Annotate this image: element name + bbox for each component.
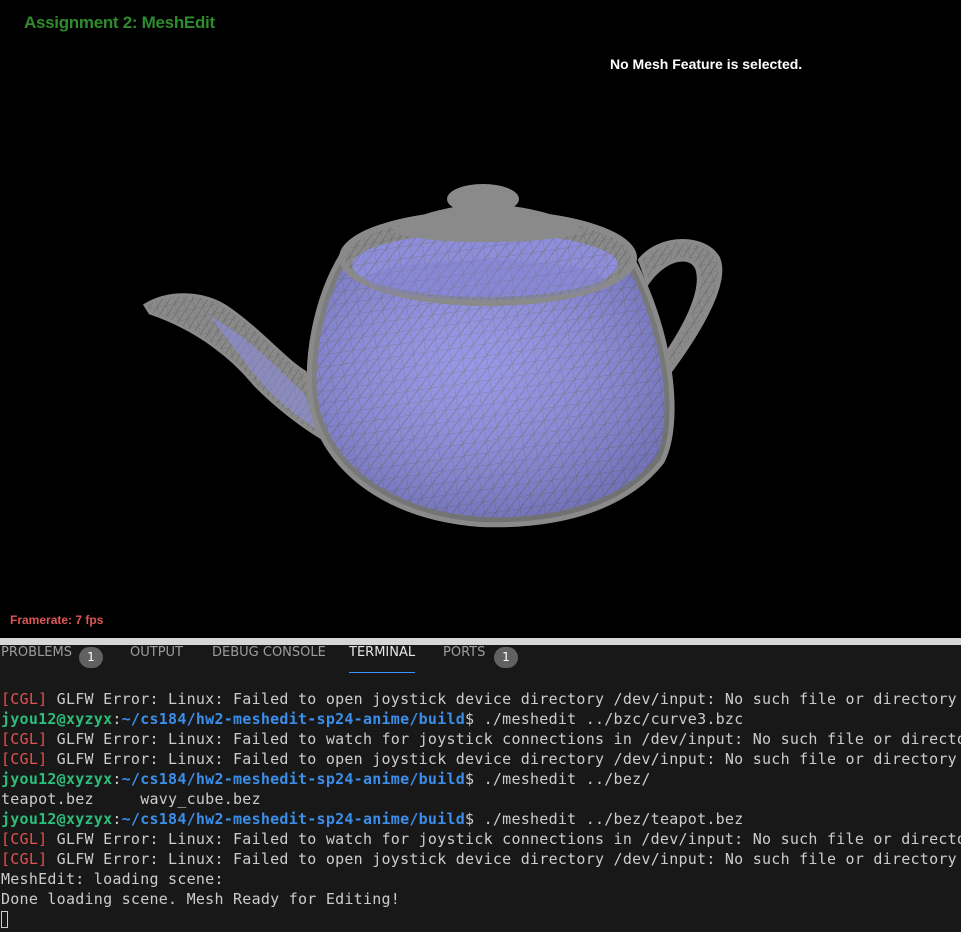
tab-ports[interactable]: PORTS [443, 645, 485, 673]
bottom-panel: PROBLEMS 1 OUTPUT DEBUG CONSOLE TERMINAL… [0, 645, 961, 932]
terminal-line: MeshEdit: loading scene: [1, 869, 959, 889]
panel-tabs: PROBLEMS 1 OUTPUT DEBUG CONSOLE TERMINAL… [0, 645, 961, 675]
teapot-spout [142, 293, 328, 444]
terminal-line: [CGL] GLFW Error: Linux: Failed to open … [1, 749, 959, 769]
terminal-input-line[interactable] [1, 909, 959, 929]
terminal-output[interactable]: [CGL] GLFW Error: Linux: Failed to open … [1, 689, 961, 929]
teapot-mesh[interactable] [0, 0, 961, 638]
log-message: GLFW Error: Linux: Failed to watch for j… [47, 830, 961, 848]
prompt-path: ~/cs184/hw2-meshedit-sp24-anime/build [121, 770, 466, 788]
panel-splitter[interactable] [0, 638, 961, 645]
output-text: teapot.bez wavy_cube.bez [1, 790, 261, 808]
prompt-path: ~/cs184/hw2-meshedit-sp24-anime/build [121, 710, 466, 728]
terminal-line: teapot.bez wavy_cube.bez [1, 789, 959, 809]
output-text: Done loading scene. Mesh Ready for Editi… [1, 890, 401, 908]
prompt-separator: : [112, 710, 122, 728]
terminal-line: [CGL] GLFW Error: Linux: Failed to open … [1, 689, 959, 709]
cgl-tag: [CGL] [1, 750, 48, 768]
prompt-user: jyou12@xyzyx [1, 770, 113, 788]
log-message: GLFW Error: Linux: Failed to watch for j… [47, 730, 961, 748]
terminal-line: jyou12@xyzyx:~/cs184/hw2-meshedit-sp24-a… [1, 809, 959, 829]
terminal-line: [CGL] GLFW Error: Linux: Failed to open … [1, 849, 959, 869]
prompt-separator: : [112, 810, 122, 828]
cgl-tag: [CGL] [1, 690, 48, 708]
framerate-label: Framerate: 7 fps [10, 613, 104, 627]
prompt-user: jyou12@xyzyx [1, 810, 113, 828]
prompt-path: ~/cs184/hw2-meshedit-sp24-anime/build [121, 810, 466, 828]
tab-terminal[interactable]: TERMINAL [349, 645, 416, 673]
prompt-command: $ ./meshedit ../bzc/curve3.bzc [465, 710, 744, 728]
terminal-line: Done loading scene. Mesh Ready for Editi… [1, 889, 959, 909]
prompt-user: jyou12@xyzyx [1, 710, 113, 728]
log-message: GLFW Error: Linux: Failed to open joysti… [47, 750, 957, 768]
prompt-command: $ ./meshedit ../bez/teapot.bez [465, 810, 744, 828]
ports-count-badge: 1 [494, 647, 518, 668]
log-message: GLFW Error: Linux: Failed to open joysti… [47, 690, 957, 708]
log-message: GLFW Error: Linux: Failed to open joysti… [47, 850, 957, 868]
problems-count-badge: 1 [79, 647, 103, 668]
prompt-command: $ ./meshedit ../bez/ [465, 770, 651, 788]
tab-problems[interactable]: PROBLEMS [1, 645, 72, 673]
terminal-line: [CGL] GLFW Error: Linux: Failed to watch… [1, 829, 961, 849]
terminal-line: [CGL] GLFW Error: Linux: Failed to watch… [1, 729, 961, 749]
terminal-cursor [1, 911, 8, 928]
output-text: MeshEdit: loading scene: [1, 870, 224, 888]
tab-output[interactable]: OUTPUT [130, 645, 183, 673]
tab-debug-console[interactable]: DEBUG CONSOLE [212, 645, 326, 673]
mesh-viewport[interactable]: Assignment 2: MeshEdit No Mesh Feature i… [0, 0, 961, 638]
cgl-tag: [CGL] [1, 850, 48, 868]
terminal-line: jyou12@xyzyx:~/cs184/hw2-meshedit-sp24-a… [1, 769, 959, 789]
terminal-line: jyou12@xyzyx:~/cs184/hw2-meshedit-sp24-a… [1, 709, 959, 729]
prompt-separator: : [112, 770, 122, 788]
cgl-tag: [CGL] [1, 730, 48, 748]
cgl-tag: [CGL] [1, 830, 48, 848]
